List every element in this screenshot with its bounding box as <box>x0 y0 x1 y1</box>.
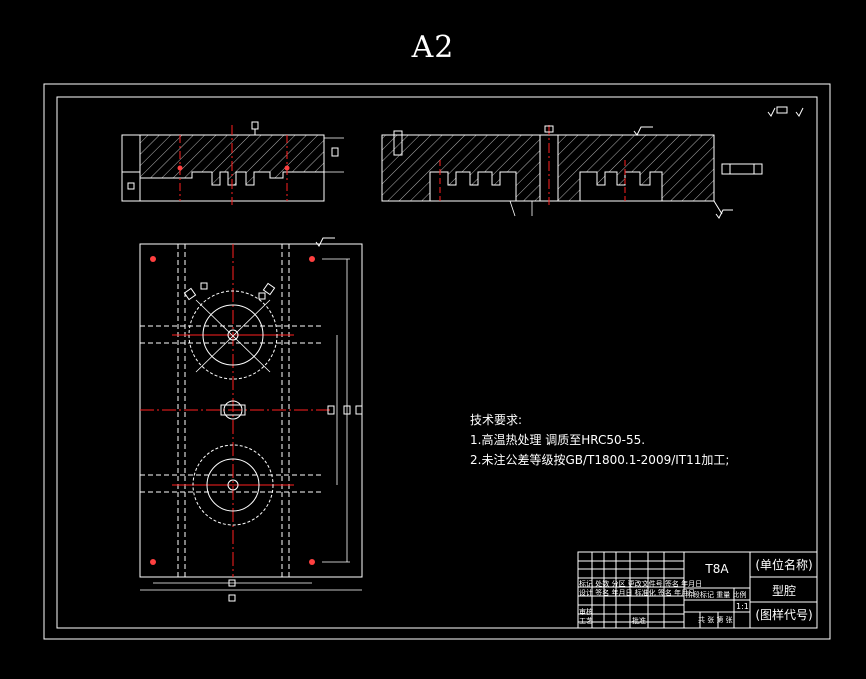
surface-roughness-note <box>767 106 804 117</box>
design-row-label: 设计 签名 年月日 标准化 签名 年月日 <box>579 589 696 597</box>
plan-view <box>139 237 363 602</box>
approve-label: 批准 <box>632 617 646 625</box>
sheet-count-label: 共 张 第 张 <box>698 616 733 624</box>
technical-requirements: 技术要求: 1.高温热处理 调质至HRC50-55. 2.未注公差等级按GB/T… <box>470 410 729 470</box>
section-view-left <box>121 121 344 205</box>
tech-req-item-1: 1.高温热处理 调质至HRC50-55. <box>470 433 646 447</box>
drawing-number: (图样代号) <box>755 608 813 622</box>
scale-value: 1:1 <box>736 602 749 611</box>
tech-req-heading: 技术要求: <box>470 413 523 427</box>
stage-weight-scale-label: 阶段标记 重量 比例 <box>686 591 747 599</box>
material-label: T8A <box>705 562 729 576</box>
tech-req-item-2: 2.未注公差等级按GB/T1800.1-2009/IT11加工; <box>470 453 730 467</box>
company-name: (单位名称) <box>755 558 813 572</box>
drawing-canvas <box>43 83 831 640</box>
part-name: 型腔 <box>771 584 796 598</box>
section-view-right <box>381 125 763 219</box>
process-label: 工艺 <box>579 617 593 625</box>
